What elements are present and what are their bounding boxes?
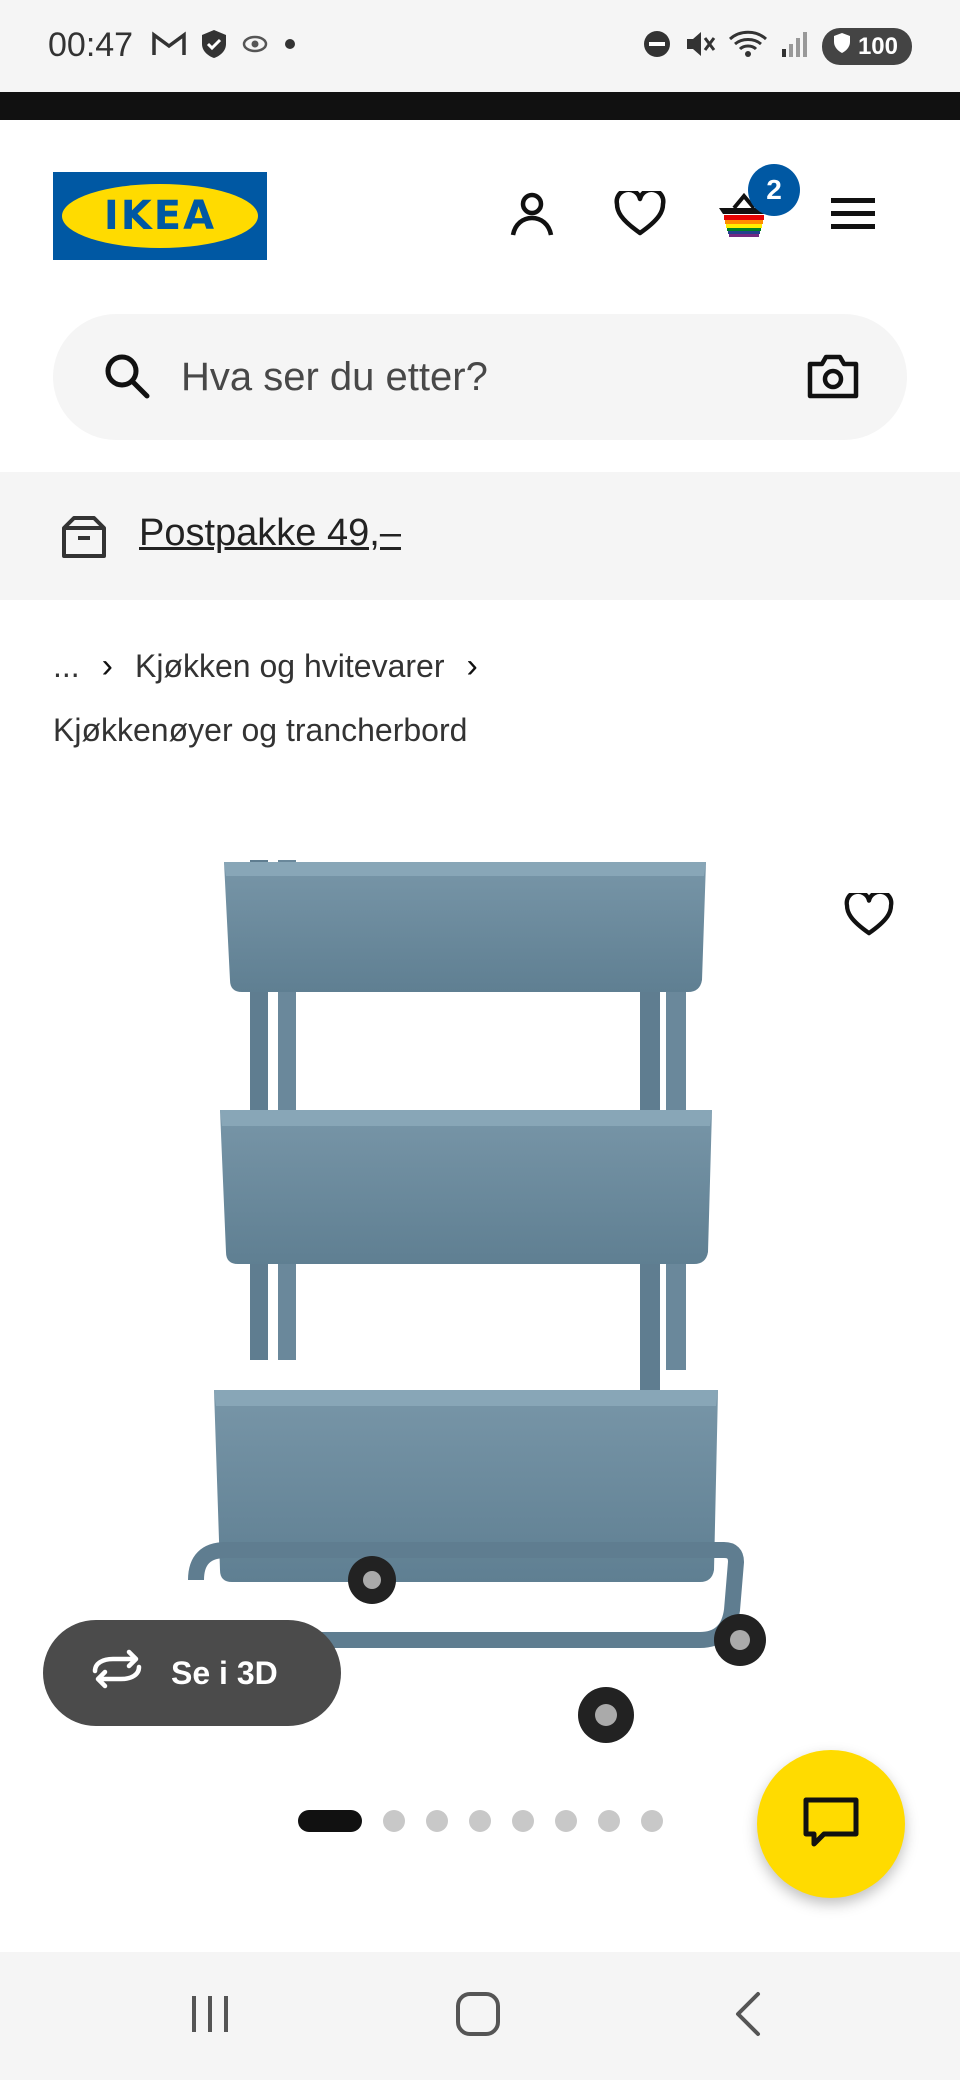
battery-shield-icon	[832, 32, 852, 61]
chevron-right-icon: ›	[466, 647, 478, 685]
breadcrumb-ellipsis[interactable]: ...	[53, 634, 80, 698]
carousel-dot[interactable]	[383, 1810, 405, 1832]
product-image-carousel[interactable]: Se i 3D	[0, 780, 960, 1760]
logo-oval: IKEA	[62, 184, 258, 248]
search-bar	[53, 314, 907, 440]
account-button[interactable]	[504, 188, 560, 244]
heart-icon	[614, 187, 666, 242]
status-right-icons: 100	[642, 28, 912, 65]
dot-icon	[282, 36, 298, 57]
carousel-dot[interactable]	[426, 1810, 448, 1832]
system-navigation-bar	[0, 1952, 960, 2080]
view-in-3d-label: Se i 3D	[171, 1654, 278, 1691]
carousel-dot[interactable]	[469, 1810, 491, 1832]
ikea-logo[interactable]: IKEA	[53, 172, 267, 260]
favourites-button[interactable]	[612, 187, 668, 244]
chat-icon	[802, 1796, 860, 1853]
heart-icon	[844, 889, 894, 942]
search-input[interactable]	[181, 344, 781, 410]
back-icon	[733, 1991, 763, 2042]
battery-level: 100	[857, 32, 898, 60]
site-header: IKEA 2	[0, 120, 960, 310]
delivery-promo-bar: Postpakke 49,–	[0, 472, 960, 600]
carousel-dot-active[interactable]	[298, 1810, 362, 1832]
carousel-dot[interactable]	[641, 1810, 663, 1832]
mute-icon	[684, 29, 716, 64]
home-icon	[455, 1991, 501, 2042]
gmail-icon	[152, 31, 186, 62]
dnd-icon	[642, 29, 672, 64]
carousel-dot[interactable]	[555, 1810, 577, 1832]
shield-icon	[200, 28, 228, 65]
breadcrumb-current[interactable]: Kjøkkenøyer og trancherbord	[53, 698, 913, 762]
breadcrumb: ... › Kjøkken og hvitevarer › Kjøkkenøye…	[53, 634, 913, 762]
breadcrumb-kitchen[interactable]: Kjøkken og hvitevarer	[135, 634, 444, 698]
carousel-dot[interactable]	[598, 1810, 620, 1832]
battery-indicator: 100	[821, 28, 912, 65]
eye-icon	[242, 33, 268, 60]
wifi-icon	[728, 29, 768, 64]
recent-apps-button[interactable]	[170, 1986, 250, 2046]
delivery-promo-link[interactable]: Postpakke 49,–	[139, 512, 401, 555]
signal-icon	[780, 29, 810, 64]
rotate-3d-icon	[89, 1649, 145, 1697]
product-image	[188, 860, 766, 1743]
parcel-icon	[60, 514, 108, 565]
view-in-3d-button[interactable]: Se i 3D	[43, 1620, 341, 1726]
menu-button[interactable]	[825, 188, 881, 244]
browser-top-bar	[0, 92, 960, 120]
user-icon	[507, 189, 557, 244]
back-button[interactable]	[708, 1986, 788, 2046]
cart-count-badge: 2	[748, 164, 800, 216]
status-left-icons	[152, 28, 298, 65]
status-time: 00:47	[48, 26, 134, 64]
recent-apps-icon	[188, 1994, 232, 2039]
carousel-pagination	[298, 1810, 684, 1832]
chevron-right-icon: ›	[101, 647, 113, 685]
menu-icon	[829, 196, 877, 237]
home-button[interactable]	[438, 1986, 518, 2046]
carousel-dot[interactable]	[512, 1810, 534, 1832]
logo-text: IKEA	[103, 193, 217, 239]
camera-search-icon[interactable]	[807, 352, 859, 405]
chat-button[interactable]	[757, 1750, 905, 1898]
search-icon[interactable]	[103, 352, 151, 405]
product-favourite-button[interactable]	[834, 882, 904, 952]
status-bar: 00:47 100	[0, 0, 960, 92]
